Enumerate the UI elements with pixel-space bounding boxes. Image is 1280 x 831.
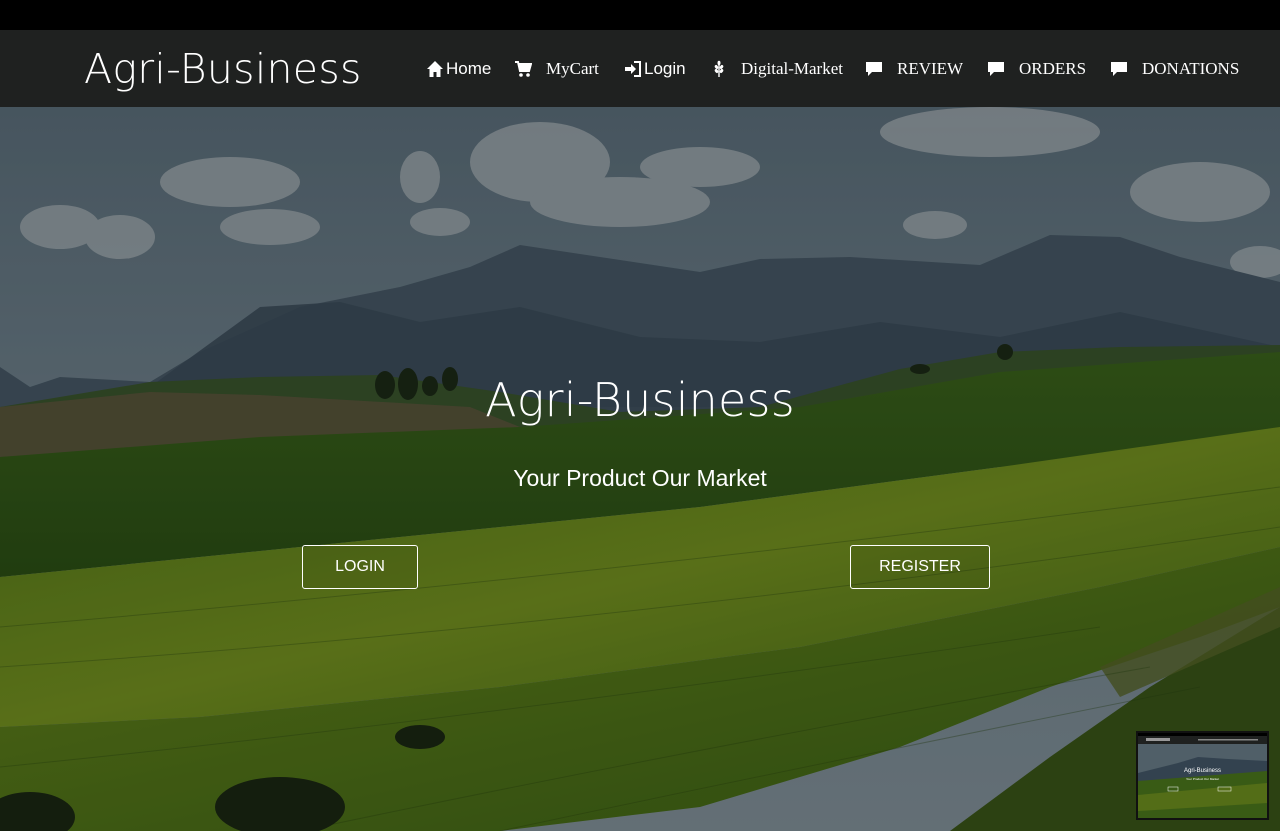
home-icon — [427, 60, 443, 77]
nav-donations[interactable]: DONATIONS — [1110, 30, 1239, 107]
nav-mycart[interactable]: MyCart — [514, 30, 599, 107]
login-button[interactable]: LOGIN — [302, 545, 418, 589]
top-strip — [0, 0, 1280, 30]
thumbnail-subtitle: Your Product Our Market — [1185, 777, 1220, 781]
nav-login[interactable]: Login — [624, 30, 686, 107]
hero-subtitle: Your Product Our Market — [513, 465, 767, 491]
thumbnail-image — [1138, 733, 1267, 818]
nav-orders[interactable]: ORDERS — [987, 30, 1086, 107]
nav-review[interactable]: REVIEW — [865, 30, 963, 107]
nav-home-label: Home — [446, 58, 492, 78]
nav-donations-label: DONATIONS — [1142, 58, 1240, 78]
nav-login-label: Login — [644, 58, 686, 78]
nav-mycart-label: MyCart — [546, 58, 599, 78]
hero-title: Agri-Business — [485, 373, 795, 427]
navbar: Agri-Business Home MyCart Login Digital-… — [0, 30, 1280, 107]
login-icon — [625, 60, 641, 77]
nav-orders-label: ORDERS — [1019, 58, 1087, 78]
page-preview-thumbnail[interactable]: Agri-Business Your Product Our Market — [1136, 731, 1269, 820]
comment-icon — [988, 61, 1004, 76]
nav-home[interactable]: Home — [426, 30, 491, 107]
register-button[interactable]: REGISTER — [850, 545, 990, 589]
hero-section: Agri-Business Your Product Our Market LO… — [0, 107, 1280, 831]
cart-icon — [515, 60, 532, 77]
nav-digital-market-label: Digital-Market — [741, 58, 843, 78]
wheat-icon — [714, 60, 724, 77]
thumbnail-title: Agri-Business — [1183, 768, 1221, 774]
comment-icon — [1111, 61, 1127, 76]
nav-review-label: REVIEW — [897, 58, 964, 78]
brand-logo[interactable]: Agri-Business — [84, 44, 362, 94]
comment-icon — [866, 61, 882, 76]
nav-digital-market[interactable]: Digital-Market — [710, 30, 843, 107]
